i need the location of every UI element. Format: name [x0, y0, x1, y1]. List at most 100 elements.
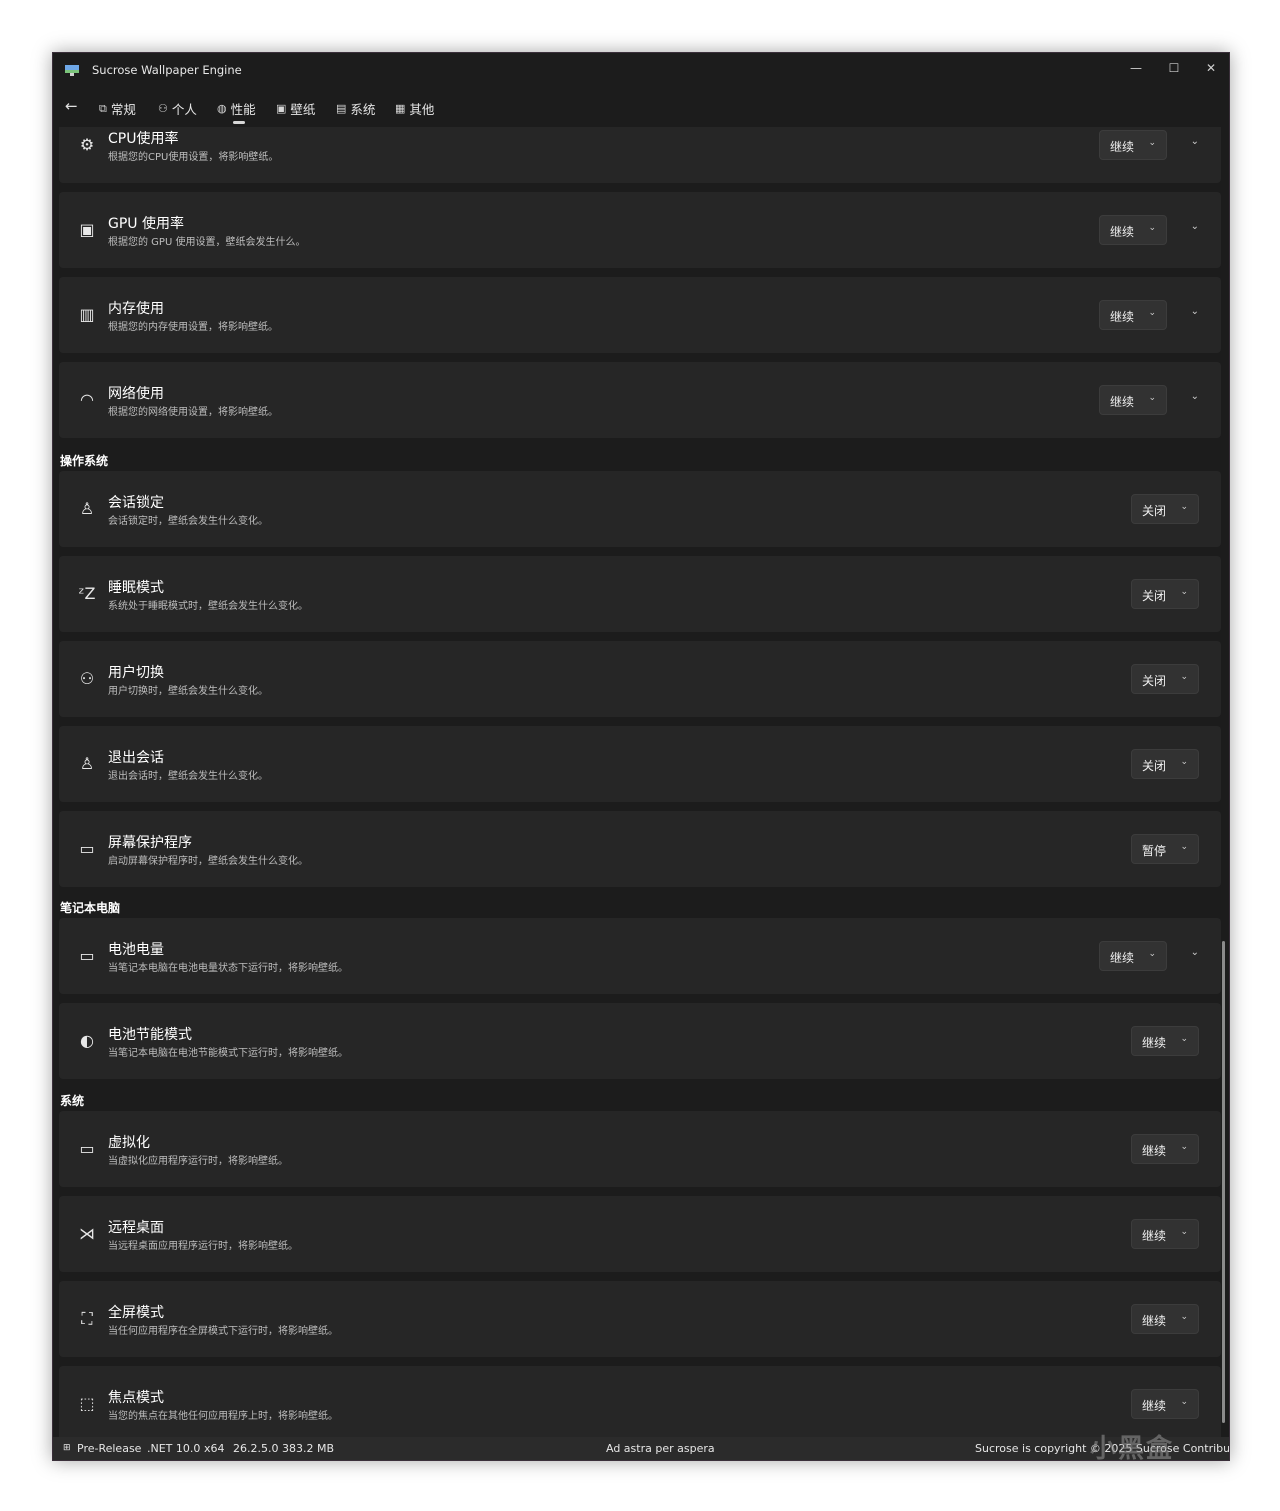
nav-bar: ← ⧉ 常规 ⚇ 个人 ◍ 性能 ▣ 壁纸 ▤ 系统 ▦ 其他 — [53, 87, 1229, 127]
expand-chevron-icon[interactable]: ⌄ — [1191, 221, 1199, 232]
lock-user-icon: ♙ — [79, 499, 95, 518]
performance-icon: ◍ — [217, 102, 227, 115]
setting-card-session-lock[interactable]: ♙ 会话锁定 会话锁定时，壁纸会发生什么变化。 关闭 ⌄ — [59, 471, 1221, 547]
personal-icon: ⚇ — [158, 102, 168, 115]
setting-description: 根据您的内存使用设置，将影响壁纸。 — [108, 322, 278, 333]
app-version: 26.2.5.0 — [233, 1442, 279, 1455]
setting-description: 根据您的CPU使用设置，将影响壁纸。 — [108, 152, 279, 163]
setting-card-memory[interactable]: ▥ 内存使用 根据您的内存使用设置，将影响壁纸。 继续 ⌄ ⌄ — [59, 277, 1221, 353]
dropdown-value: 关闭 — [1142, 674, 1167, 688]
tab-label: 壁纸 — [290, 102, 316, 117]
setting-title: GPU 使用率 — [108, 216, 184, 232]
cpu-icon: ⚙ — [79, 135, 95, 154]
expand-chevron-icon[interactable]: ⌄ — [1191, 391, 1199, 402]
logoff-action-dropdown[interactable]: 关闭 ⌄ — [1131, 749, 1199, 779]
setting-description: 当笔记本电脑在电池节能模式下运行时，将影响壁纸。 — [108, 1048, 348, 1059]
user-switch-action-dropdown[interactable]: 关闭 ⌄ — [1131, 664, 1199, 694]
virtualization-action-dropdown[interactable]: 继续 ⌄ — [1131, 1134, 1199, 1164]
dropdown-value: 继续 — [1142, 1036, 1167, 1050]
motto-text: Ad astra per aspera — [606, 1442, 715, 1455]
sleep-action-dropdown[interactable]: 关闭 ⌄ — [1131, 579, 1199, 609]
setting-card-sleep[interactable]: ᶻZ 睡眠模式 系统处于睡眠模式时，壁纸会发生什么变化。 关闭 ⌄ — [59, 556, 1221, 632]
fullscreen-action-dropdown[interactable]: 继续 ⌄ — [1131, 1304, 1199, 1334]
fullscreen-icon: ⛶ — [81, 1309, 93, 1328]
setting-title: 虚拟化 — [108, 1135, 150, 1151]
gpu-action-dropdown[interactable]: 继续 ⌄ — [1099, 215, 1167, 245]
switch-user-icon: ⚇ — [79, 669, 95, 688]
setting-description: 会话锁定时，壁纸会发生什么变化。 — [108, 516, 268, 527]
network-icon: ◠ — [80, 390, 94, 409]
tab-label: 性能 — [230, 102, 256, 117]
memory-icon: ▥ — [79, 305, 95, 324]
battery-saver-action-dropdown[interactable]: 继续 ⌄ — [1131, 1026, 1199, 1056]
chevron-down-icon: ⌄ — [1148, 393, 1156, 403]
chevron-down-icon: ⌄ — [1180, 1227, 1188, 1237]
setting-title: 退出会话 — [108, 750, 164, 766]
tab-performance[interactable]: ◍ 性能 — [217, 99, 256, 118]
setting-title: 用户切换 — [108, 665, 164, 681]
setting-card-fullscreen[interactable]: ⛶ 全屏模式 当任何应用程序在全屏模式下运行时，将影响壁纸。 继续 ⌄ — [59, 1281, 1221, 1357]
chevron-down-icon: ⌄ — [1180, 1034, 1188, 1044]
setting-title: 电池电量 — [108, 942, 164, 958]
setting-card-battery-saver[interactable]: ◐ 电池节能模式 当笔记本电脑在电池节能模式下运行时，将影响壁纸。 继续 ⌄ — [59, 1003, 1221, 1079]
setting-title: 会话锁定 — [108, 495, 164, 511]
setting-card-user-switch[interactable]: ⚇ 用户切换 用户切换时，壁纸会发生什么变化。 关闭 ⌄ — [59, 641, 1221, 717]
setting-description: 当任何应用程序在全屏模式下运行时，将影响壁纸。 — [108, 1326, 338, 1337]
remote-desktop-action-dropdown[interactable]: 继续 ⌄ — [1131, 1219, 1199, 1249]
setting-card-screensaver[interactable]: ▭ 屏幕保护程序 启动屏幕保护程序时，壁纸会发生什么变化。 暂停 ⌄ — [59, 811, 1221, 887]
memory-action-dropdown[interactable]: 继续 ⌄ — [1099, 300, 1167, 330]
setting-card-virtualization[interactable]: ▭ 虚拟化 当虚拟化应用程序运行时，将影响壁纸。 继续 ⌄ — [59, 1111, 1221, 1187]
setting-title: 电池节能模式 — [108, 1027, 192, 1043]
maximize-button[interactable]: ☐ — [1159, 57, 1189, 79]
setting-description: 系统处于睡眠模式时，壁纸会发生什么变化。 — [108, 601, 308, 612]
setting-card-battery[interactable]: ▭ 电池电量 当笔记本电脑在电池电量状态下运行时，将影响壁纸。 继续 ⌄ ⌄ — [59, 918, 1221, 994]
setting-card-cpu[interactable]: ⚙ CPU使用率 根据您的CPU使用设置，将影响壁纸。 继续 ⌄ ⌄ — [59, 127, 1221, 183]
section-header-laptop: 笔记本电脑 — [60, 901, 121, 915]
chevron-down-icon: ⌄ — [1180, 502, 1188, 512]
screensaver-icon: ▭ — [79, 839, 95, 858]
cpu-action-dropdown[interactable]: 继续 ⌄ — [1099, 130, 1167, 160]
dropdown-value: 继续 — [1110, 395, 1135, 409]
dropdown-value: 继续 — [1142, 1229, 1167, 1243]
setting-description: 启动屏幕保护程序时，壁纸会发生什么变化。 — [108, 856, 308, 867]
setting-title: 焦点模式 — [108, 1390, 164, 1406]
minimize-button[interactable]: — — [1121, 57, 1151, 79]
section-header-os: 操作系统 — [60, 454, 109, 468]
close-button[interactable]: ✕ — [1196, 57, 1226, 79]
chevron-down-icon: ⌄ — [1148, 138, 1156, 148]
dropdown-value: 关闭 — [1142, 759, 1167, 773]
setting-card-focus[interactable]: ⬚ 焦点模式 当您的焦点在其他任何应用程序上时，将影响壁纸。 继续 ⌄ — [59, 1366, 1221, 1437]
tab-other[interactable]: ▦ 其他 — [395, 99, 434, 118]
section-header-system: 系统 — [60, 1094, 85, 1108]
selected-tab-indicator — [233, 121, 245, 124]
focus-action-dropdown[interactable]: 继续 ⌄ — [1131, 1389, 1199, 1419]
general-icon: ⧉ — [99, 101, 107, 115]
setting-title: 睡眠模式 — [108, 580, 164, 596]
memory-usage: 383.2 MB — [282, 1442, 335, 1455]
setting-card-remote-desktop[interactable]: ⋊ 远程桌面 当远程桌面应用程序运行时，将影响壁纸。 继续 ⌄ — [59, 1196, 1221, 1272]
expand-chevron-icon[interactable]: ⌄ — [1191, 947, 1199, 958]
tab-wallpaper[interactable]: ▣ 壁纸 — [276, 99, 315, 118]
window-title: Sucrose Wallpaper Engine — [92, 63, 242, 77]
network-action-dropdown[interactable]: 继续 ⌄ — [1099, 385, 1167, 415]
vertical-scrollbar[interactable] — [1222, 941, 1225, 1423]
setting-card-logoff[interactable]: ♙ 退出会话 退出会话时，壁纸会发生什么变化。 关闭 ⌄ — [59, 726, 1221, 802]
expand-chevron-icon[interactable]: ⌄ — [1191, 306, 1199, 317]
dropdown-value: 继续 — [1142, 1399, 1167, 1413]
setting-description: 根据您的网络使用设置，将影响壁纸。 — [108, 407, 278, 418]
app-window: Sucrose Wallpaper Engine — ☐ ✕ ← ⧉ 常规 ⚇ … — [52, 52, 1230, 1461]
status-bar: ⊞ Pre-Release .NET 10.0 x64 26.2.5.0 383… — [53, 1437, 1229, 1460]
session-lock-action-dropdown[interactable]: 关闭 ⌄ — [1131, 494, 1199, 524]
screensaver-action-dropdown[interactable]: 暂停 ⌄ — [1131, 834, 1199, 864]
tab-general[interactable]: ⧉ 常规 — [99, 99, 136, 118]
chevron-down-icon: ⌄ — [1180, 1142, 1188, 1152]
back-button[interactable]: ← — [65, 97, 78, 115]
tab-system[interactable]: ▤ 系统 — [336, 99, 375, 118]
setting-card-network[interactable]: ◠ 网络使用 根据您的网络使用设置，将影响壁纸。 继续 ⌄ ⌄ — [59, 362, 1221, 438]
chevron-down-icon: ⌄ — [1148, 949, 1156, 959]
tab-label: 常规 — [110, 102, 136, 117]
tab-personal[interactable]: ⚇ 个人 — [158, 99, 197, 118]
expand-chevron-icon[interactable]: ⌄ — [1191, 136, 1199, 147]
setting-card-gpu[interactable]: ▣ GPU 使用率 根据您的 GPU 使用设置，壁纸会发生什么。 继续 ⌄ ⌄ — [59, 192, 1221, 268]
battery-action-dropdown[interactable]: 继续 ⌄ — [1099, 941, 1167, 971]
